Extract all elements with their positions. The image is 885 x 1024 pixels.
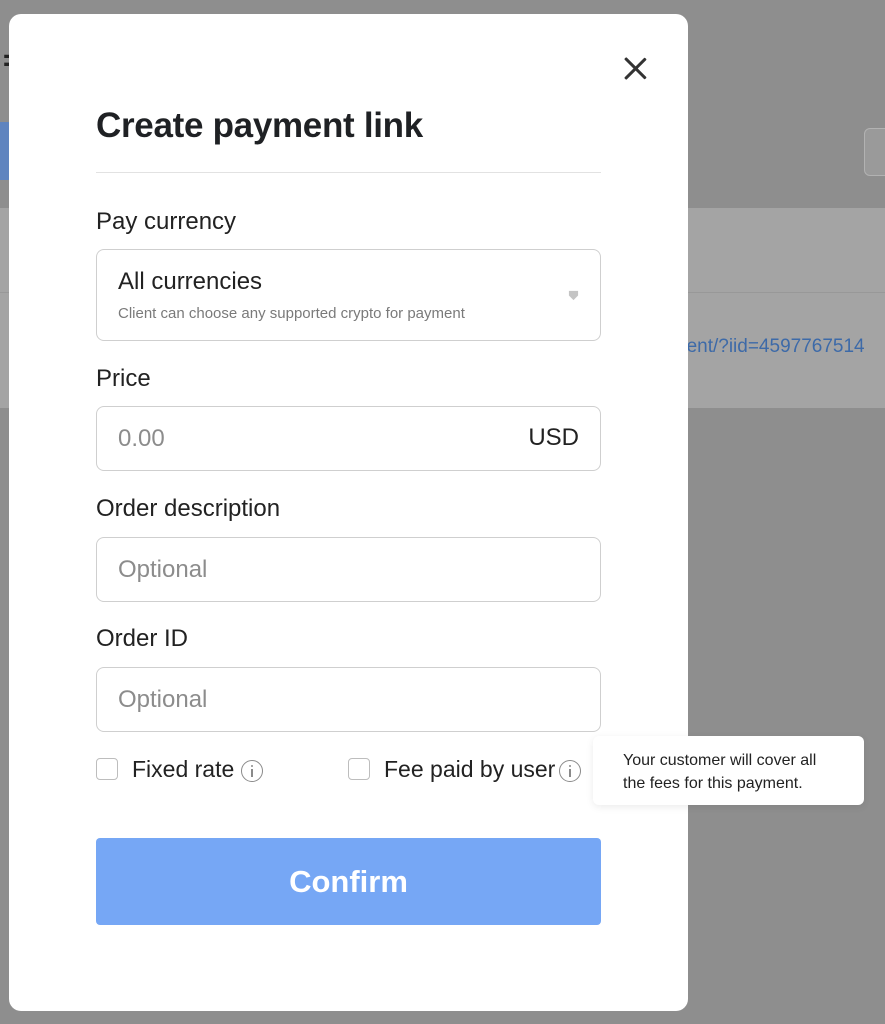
- chevron-down-icon: [568, 290, 579, 301]
- pay-currency-select[interactable]: All currencies Client can choose any sup…: [96, 249, 601, 341]
- fee-info-tooltip: Your customer will cover all the fees fo…: [593, 736, 864, 805]
- close-icon[interactable]: [619, 52, 651, 84]
- order-description-field: [96, 537, 601, 602]
- modal-title: Create payment link: [96, 106, 423, 145]
- order-description-input[interactable]: [118, 538, 518, 601]
- pay-currency-selected-value: All currencies: [118, 268, 263, 295]
- title-divider: [96, 172, 601, 173]
- pay-currency-label: Pay currency: [96, 208, 237, 235]
- fixed-rate-label: Fixed rate: [132, 756, 235, 782]
- fee-paid-by-user-info-icon[interactable]: [559, 760, 581, 782]
- order-id-field: [96, 667, 601, 732]
- price-label: Price: [96, 365, 151, 392]
- price-currency-suffix: USD: [528, 424, 579, 451]
- confirm-button[interactable]: Confirm: [96, 838, 601, 925]
- fee-paid-by-user-label: Fee paid by user: [384, 756, 556, 782]
- order-id-label: Order ID: [96, 625, 189, 652]
- order-description-label: Order description: [96, 495, 281, 522]
- order-id-input[interactable]: [118, 668, 518, 731]
- fee-paid-by-user-checkbox[interactable]: [348, 758, 370, 780]
- fixed-rate-info-icon[interactable]: [241, 760, 263, 782]
- price-input[interactable]: [118, 407, 518, 470]
- fixed-rate-checkbox[interactable]: [96, 758, 118, 780]
- background-secondary-button: [864, 128, 885, 176]
- background-payment-link: nent/?iid=4597767514: [676, 336, 865, 357]
- pay-currency-hint: Client can choose any supported crypto f…: [118, 305, 465, 322]
- create-payment-link-modal: Create payment link Pay currency All cur…: [9, 14, 688, 1011]
- price-field: USD: [96, 406, 601, 471]
